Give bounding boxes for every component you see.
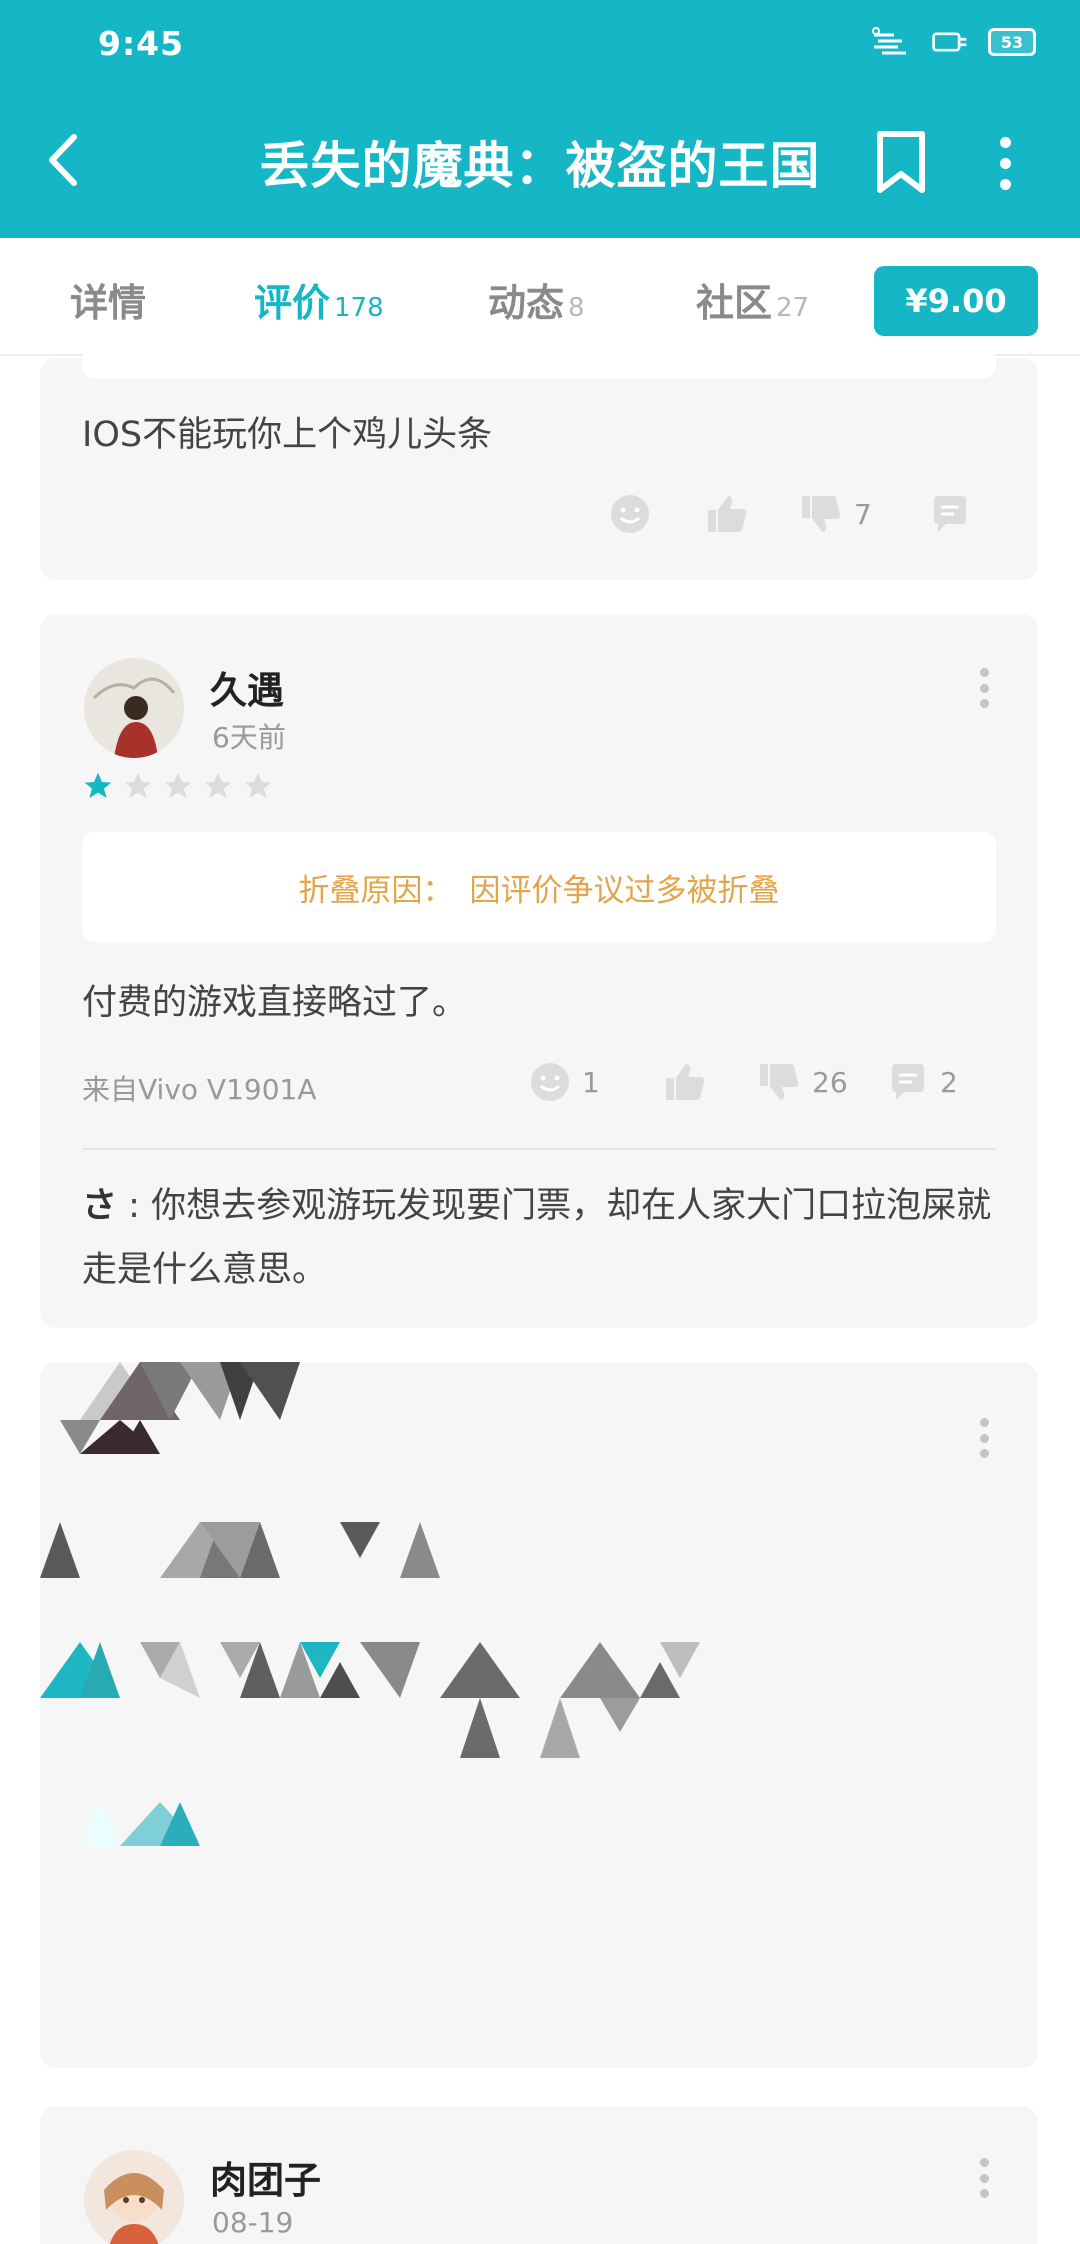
tab-updates[interactable]: 动态 8	[488, 272, 585, 327]
tab-label: 详情	[70, 281, 147, 325]
comment-button[interactable]	[930, 494, 970, 534]
tab-label: 动态	[488, 281, 565, 325]
star-empty-icon	[204, 772, 232, 798]
reply-text: 你想去参观游玩发现要门票，却在人家大门口拉泡屎就走是什么意思。	[82, 1186, 992, 1290]
folded-box	[82, 348, 996, 378]
tab-reviews[interactable]: 评价 178	[254, 272, 384, 327]
review-text: IOS不能玩你上个鸡儿头条	[82, 415, 493, 455]
comment-count: 2	[940, 1065, 958, 1099]
comment-button[interactable]: 2	[888, 1062, 958, 1102]
reply-preview[interactable]: さ : 你想去参观游玩发现要门票，却在人家大门口拉泡屎就走是什么意思。	[82, 1174, 1002, 1302]
comment-icon	[934, 496, 966, 532]
signal-icon	[872, 27, 912, 57]
dislike-count: 7	[854, 497, 872, 531]
tab-label: 社区	[696, 281, 773, 325]
like-button[interactable]	[706, 494, 800, 534]
tab-count: 178	[334, 293, 384, 323]
battery-icon: 53	[988, 28, 1036, 56]
rating-stars	[82, 770, 274, 802]
review-text: 付费的游戏直接略过了。	[82, 983, 468, 1023]
review-more-button[interactable]	[978, 1418, 990, 1458]
tab-community[interactable]: 社区 27	[696, 272, 809, 327]
tab-count: 27	[776, 293, 810, 323]
dislike-count: 26	[812, 1065, 848, 1099]
smile-icon	[531, 1063, 569, 1101]
reply-user: さ	[82, 1186, 118, 1226]
review-card: 久遇 6天前 折叠原因： 因评价争议过多被折叠 付费的游戏直接略过了。 来自Vi…	[40, 614, 1038, 1328]
fold-reason: 因评价争议过多被折叠	[469, 872, 780, 909]
tab-details[interactable]: 详情	[70, 272, 146, 327]
wifi-icon	[930, 27, 970, 57]
user-name[interactable]: 肉团子	[210, 2150, 321, 2204]
thumbs-up-icon	[708, 496, 747, 532]
avatar[interactable]	[84, 2150, 184, 2244]
divider	[82, 1148, 996, 1150]
star-empty-icon	[164, 772, 192, 798]
review-more-button[interactable]	[978, 2158, 990, 2198]
mosaic-pattern	[40, 1362, 700, 1846]
obscured-review-card	[40, 1362, 1038, 2068]
status-time: 9:45	[98, 24, 185, 63]
review-time: 6天前	[212, 721, 286, 754]
thumbs-down-icon	[802, 496, 841, 532]
star-empty-icon	[124, 772, 152, 798]
like-button[interactable]	[664, 1062, 758, 1102]
star-filled-icon	[84, 772, 112, 798]
funny-button[interactable]	[610, 494, 706, 534]
review-card: IOS不能玩你上个鸡儿头条 7	[40, 348, 1038, 580]
buy-price-button[interactable]: ¥9.00	[874, 266, 1038, 336]
review-more-button[interactable]	[978, 668, 990, 708]
smile-icon	[611, 495, 649, 533]
review-actions: 7	[610, 494, 970, 534]
thumbs-down-icon	[760, 1064, 799, 1100]
review-time: 08-19	[212, 2206, 294, 2239]
status-icons: 53	[872, 18, 1036, 66]
thumbs-up-icon	[666, 1064, 705, 1100]
dislike-button[interactable]: 7	[800, 494, 930, 534]
star-empty-icon	[244, 772, 272, 798]
bookmark-button[interactable]	[872, 130, 930, 196]
fold-reason-box[interactable]: 折叠原因： 因评价争议过多被折叠	[82, 832, 996, 942]
funny-count: 1	[582, 1065, 600, 1099]
avatar[interactable]	[84, 658, 184, 758]
user-name[interactable]: 久遇	[210, 660, 284, 714]
more-button[interactable]	[988, 130, 1022, 196]
review-card: 肉团子 08-19	[40, 2106, 1038, 2244]
funny-button[interactable]: 1	[530, 1062, 664, 1102]
app-bar: 9:45 53 丢失的魔典：被盗的王国	[0, 0, 1080, 238]
tab-count: 8	[568, 293, 585, 323]
fold-label: 折叠原因：	[298, 872, 454, 909]
comment-icon	[892, 1064, 924, 1100]
battery-level: 53	[1000, 32, 1024, 52]
device-info: 来自Vivo V1901A	[82, 1073, 317, 1106]
dislike-button[interactable]: 26	[758, 1062, 888, 1102]
bookmark-icon	[877, 131, 925, 193]
review-actions: 1 26 2	[530, 1062, 958, 1102]
reply-separator: :	[117, 1186, 152, 1226]
tab-label: 评价	[254, 281, 331, 325]
